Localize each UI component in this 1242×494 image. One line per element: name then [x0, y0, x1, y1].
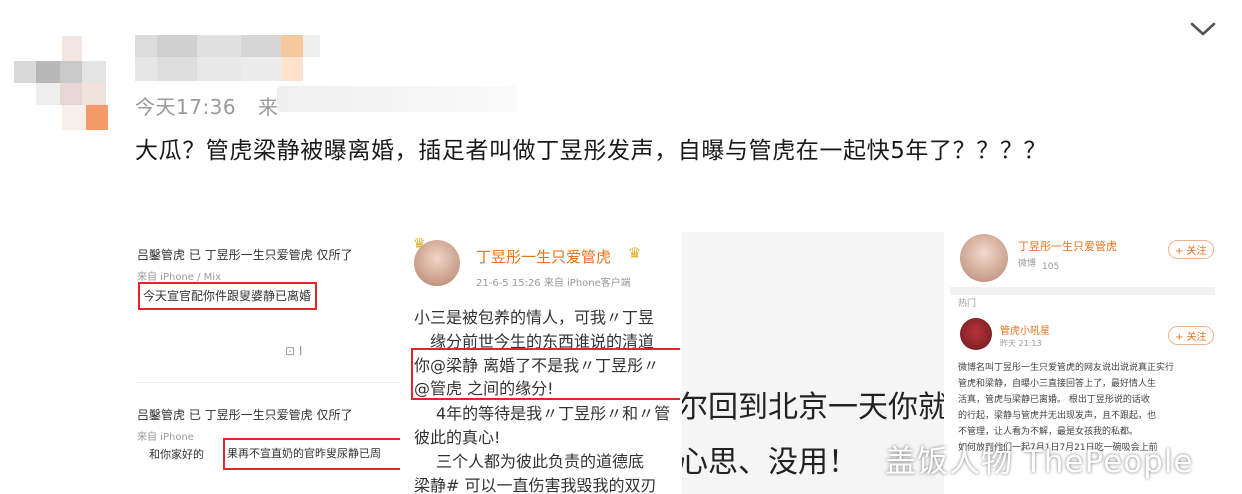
image2-line: 彼此的真心! [414, 428, 501, 447]
image2-line: 你@梁静 离婚了不是我〃丁昱彤〃 [414, 356, 660, 375]
reply-icon: ⊡ I [285, 344, 303, 358]
image4-body-line: 微博名叫丁昱彤一生只爱管虎的网友说出说说真正实行 [958, 363, 1175, 373]
avatar-pixel [60, 83, 82, 105]
divider [950, 287, 1215, 295]
image4-body-line: 的行起，梁静与管虎并无出现发声，且不跟起，也 [958, 411, 1157, 421]
name-pixel [303, 35, 320, 57]
repost-meta: 昨天 21:13 [1000, 339, 1042, 348]
watermark: 盖饭人物 ThePeople [885, 444, 1194, 480]
image4-body-line: 活真，管虎与梁静已离婚。 根出丁昱彤说的话收 [958, 395, 1150, 405]
image1-highlight-2: 果再不宣直奶的官昨叟尿静已周 [227, 447, 381, 460]
avatar-pixel [82, 61, 106, 83]
image4-count: 105 [1042, 262, 1060, 272]
avatar-pixel [36, 83, 60, 105]
crown-icon: ♛ [413, 236, 426, 252]
name-pixel [135, 57, 157, 81]
post-image-2[interactable]: ♛ 丁昱彤一生只爱管虎 ♛ 21-6-5 15:26 来自 iPhone客户端 … [408, 232, 680, 494]
avatar-pixel [62, 105, 86, 130]
image2-line: 梁静# 可以一直伤害我毁我的双刃 [414, 476, 657, 494]
name-pixel [281, 57, 303, 81]
author-avatar [960, 234, 1008, 282]
image1-meta-2: 来自 iPhone [137, 432, 194, 443]
image4-body-line: 管虎和梁静，自曝小三直接回答上了，最好情人生 [958, 379, 1157, 389]
name-pixel [197, 35, 241, 57]
name-pixel [157, 35, 197, 57]
avatar-pixel [86, 105, 108, 130]
image2-line: 三个人都为彼此负责的道德底 [436, 452, 645, 471]
section-label: 热门 [958, 299, 977, 309]
image3-line: 心思、没用！ [682, 445, 858, 480]
image4-author: 丁昱彤一生只爱管虎 [1018, 240, 1117, 253]
post-source-blurred [277, 86, 517, 112]
image3-line: 尔回到北京一天你就 [682, 390, 944, 425]
avatar-pixel [36, 61, 60, 83]
user-avatar[interactable] [14, 36, 114, 132]
chevron-down-icon[interactable] [1189, 18, 1217, 40]
vip-crown-icon: ♛ [628, 244, 642, 262]
image2-line: 小三是被包养的情人，可我〃丁昱 [414, 308, 655, 327]
follow-button[interactable]: + 关注 [1168, 326, 1214, 345]
image1-header: 吕鑿管虎 已 丁昱彤一生只爱管虎 仅所了 [137, 248, 353, 262]
image2-line: @管虎 之间的缘分! [414, 379, 554, 398]
follow-button[interactable]: + 关注 [1168, 240, 1214, 259]
image1-line: 和你家好的 [149, 448, 204, 461]
avatar-pixel [82, 83, 106, 105]
image4-meta: 微博 [1018, 259, 1037, 269]
name-pixel [241, 35, 281, 57]
post-image-1[interactable]: 吕鑿管虎 已 丁昱彤一生只爱管虎 仅所了 来自 iPhone / Mix 今天宣… [135, 232, 400, 494]
name-pixel [157, 57, 197, 81]
image2-author: 丁昱彤一生只爱管虎 [476, 248, 612, 266]
avatar-pixel [62, 36, 82, 61]
image1-meta: 来自 iPhone / Mix [137, 272, 221, 283]
post-source-prefix: 来 [258, 95, 278, 119]
image1-highlight: 今天宣官配你件跟叟婆静已离婚 [143, 289, 312, 303]
name-pixel [281, 35, 303, 57]
name-pixel [197, 57, 241, 81]
name-pixel [135, 35, 157, 57]
repost-avatar [960, 318, 992, 350]
image2-line: 4年的等待是我〃丁昱彤〃和〃管 [436, 404, 671, 423]
avatar-pixel [60, 61, 82, 83]
image2-meta: 21-6-5 15:26 来自 iPhone客户端 [476, 278, 631, 289]
divider [135, 382, 400, 383]
post-timestamp: 今天17:36 [135, 95, 237, 119]
name-pixel [241, 57, 281, 81]
username-blurred[interactable] [135, 33, 320, 83]
post-text: 大瓜？管虎梁静被曝离婚，插足者叫做丁昱彤发声，自曝与管虎在一起快5年了？？？？ [135, 138, 1048, 164]
image1-header-2: 吕鑿管虎 已 丁昱彤一生只爱管虎 仅所了 [137, 408, 353, 422]
repost-author: 管虎小吼星 [1000, 326, 1050, 337]
avatar-pixel [14, 61, 36, 83]
